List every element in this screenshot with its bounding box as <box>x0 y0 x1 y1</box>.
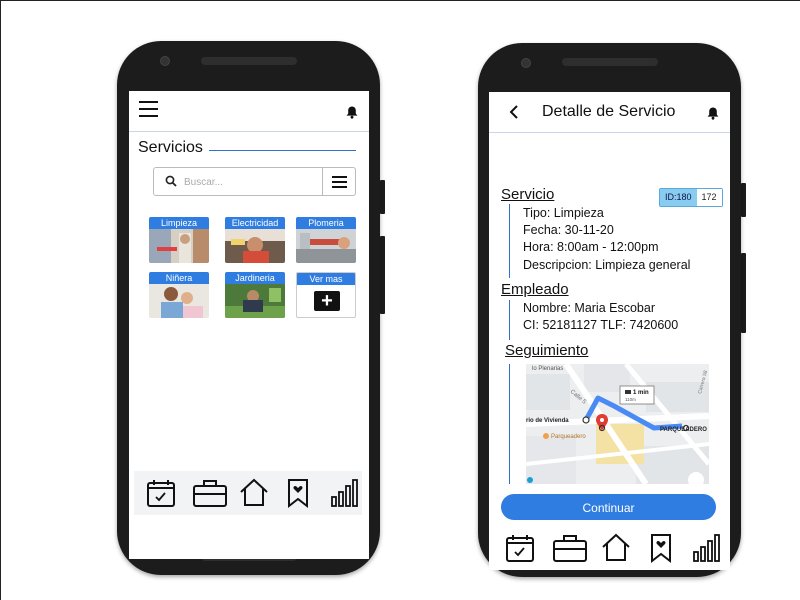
nav-home[interactable] <box>594 526 638 570</box>
bell-icon[interactable] <box>706 106 720 120</box>
service-description: Descripcion: Limpieza general <box>523 258 691 272</box>
page-title: Servicios <box>138 139 203 156</box>
phone-volume-button <box>380 236 385 314</box>
section-heading-servicio: Servicio <box>501 186 555 203</box>
continue-button[interactable]: Continuar <box>501 494 716 520</box>
service-type: Tipo: Limpieza <box>523 206 604 220</box>
map-label-parqueadero: Parqueadero <box>551 434 586 440</box>
speaker-top <box>201 57 297 65</box>
frame-border-left <box>0 0 1 600</box>
nav-calendar[interactable] <box>498 526 542 570</box>
service-tile-plomeria[interactable]: Plomeria <box>296 217 356 263</box>
tile-label: Plomeria <box>296 217 356 229</box>
home-icon <box>602 533 630 561</box>
bookmark-heart-icon <box>288 479 308 509</box>
tile-label: Limpieza <box>149 217 209 229</box>
tile-photo-electrician <box>225 229 285 263</box>
page-title: Detalle de Servicio <box>542 103 676 120</box>
service-date: Fecha: 30-11-20 <box>523 223 614 237</box>
camera-icon <box>521 58 531 68</box>
back-arrow-icon[interactable] <box>509 105 519 119</box>
service-tile-jardineria[interactable]: Jardineria <box>225 272 285 318</box>
phone-right: Detalle de Servicio Servicio ID:180 172 … <box>478 43 741 577</box>
tracking-map[interactable]: lo Plenarias Calle 5 rio de Vivienda 1 m… <box>526 364 709 484</box>
map-label-top: lo Plenarias <box>532 366 563 372</box>
home-icon <box>240 478 268 506</box>
tile-label: Electricidad <box>225 217 285 229</box>
nav-stats[interactable] <box>684 526 728 570</box>
section-line <box>509 300 510 340</box>
speaker-top <box>562 58 658 66</box>
tile-photo-babysitter <box>149 284 209 318</box>
phone-side-button <box>380 180 385 214</box>
map-label-route-distance: 110m <box>625 397 636 402</box>
section-line <box>509 204 510 278</box>
bookmark-heart-icon <box>651 534 671 564</box>
map-label-destination: PARQUEADERO <box>660 427 707 433</box>
tile-label: Niñera <box>149 272 209 284</box>
id-count: 172 <box>696 189 722 206</box>
bar-chart-icon <box>331 479 358 507</box>
briefcase-icon <box>193 480 227 507</box>
tile-photo-plumbing <box>296 229 356 263</box>
service-tile-limpieza[interactable]: Limpieza <box>149 217 209 263</box>
nav-bookmark[interactable] <box>639 526 683 570</box>
nav-bookmark[interactable] <box>276 471 320 515</box>
tile-label: Jardineria <box>225 272 285 284</box>
section-heading-seguimiento: Seguimiento <box>505 342 589 359</box>
nav-briefcase[interactable] <box>546 526 590 570</box>
top-bar <box>129 91 369 132</box>
bar-chart-icon <box>693 534 720 562</box>
phone-side-button <box>741 183 746 217</box>
plus-icon: + <box>314 291 340 311</box>
nav-home[interactable] <box>232 471 276 515</box>
bell-icon[interactable] <box>345 105 359 119</box>
filter-list-button[interactable] <box>322 168 355 195</box>
nav-briefcase[interactable] <box>186 471 230 515</box>
map-label-route-time: 1 min <box>633 390 649 396</box>
id-label: ID:180 <box>660 189 697 206</box>
service-time: Hora: 8:00am - 12:00pm <box>523 240 659 254</box>
phone-left: Servicios Limpieza El <box>117 41 380 575</box>
bottom-navigation <box>494 524 724 570</box>
search-bar <box>153 167 356 196</box>
service-tile-ninera[interactable]: Niñera <box>149 272 209 318</box>
nav-stats[interactable] <box>322 471 366 515</box>
service-detail-screen: Detalle de Servicio Servicio ID:180 172 … <box>489 92 730 570</box>
section-line <box>509 364 510 484</box>
tile-label: Ver mas <box>297 273 355 285</box>
map-label-origin: rio de Vivienda <box>526 418 569 424</box>
hamburger-menu-icon[interactable] <box>139 101 158 117</box>
search-icon <box>165 175 177 187</box>
camera-icon <box>160 56 170 66</box>
phone-volume-button <box>741 253 746 333</box>
tile-photo-cleaning <box>149 229 209 263</box>
calendar-check-icon <box>147 480 175 507</box>
top-bar: Detalle de Servicio <box>489 92 730 133</box>
briefcase-icon <box>553 535 587 562</box>
service-tile-electricidad[interactable]: Electricidad <box>225 217 285 263</box>
employee-id-phone: CI: 52181127 TLF: 7420600 <box>523 318 679 332</box>
title-underline <box>209 150 356 151</box>
search-input[interactable] <box>182 170 321 194</box>
section-heading-empleado: Empleado <box>501 281 569 298</box>
employee-name: Nombre: Maria Escobar <box>523 301 655 315</box>
service-tile-ver-mas[interactable]: Ver mas + <box>296 272 356 318</box>
services-screen: Servicios Limpieza El <box>129 91 369 559</box>
bottom-navigation <box>134 471 362 515</box>
nav-calendar[interactable] <box>139 471 183 515</box>
frame-border-top <box>0 0 800 1</box>
map-canvas: lo Plenarias Calle 5 rio de Vivienda 1 m… <box>526 364 709 484</box>
id-badge: ID:180 172 <box>659 188 723 207</box>
tile-photo-gardening <box>225 284 285 318</box>
calendar-check-icon <box>506 535 534 562</box>
